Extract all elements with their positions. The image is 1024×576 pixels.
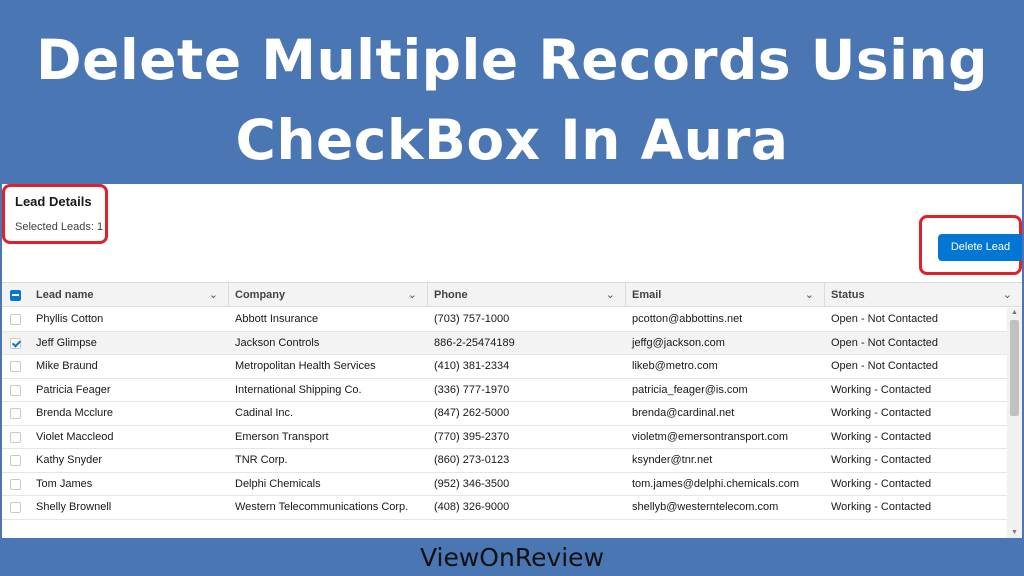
table-header: Lead name ⌄ Company ⌄ Phone ⌄ Email ⌄ St… [2,282,1022,307]
phone-cell: (860) 273-0123 [434,454,510,466]
scroll-up-arrow-icon[interactable]: ▲ [1007,308,1022,318]
table-row[interactable]: Brenda Mcclure Cadinal Inc. (847) 262-50… [2,402,1007,426]
delete-lead-button[interactable]: Delete Lead [938,234,1022,261]
table-row[interactable]: Violet Maccleod Emerson Transport (770) … [2,426,1007,449]
lead-details-card: Lead Details Selected Leads: 1 Delete Le… [2,184,1022,538]
table-row[interactable]: Phyllis Cotton Abbott Insurance (703) 75… [2,308,1007,332]
chevron-down-icon[interactable]: ⌄ [805,283,814,307]
lead-name-cell: Jeff Glimpse [36,336,97,349]
company-cell: TNR Corp. [235,454,288,466]
column-label: Lead name [36,289,94,301]
phone-cell: (952) 346-3500 [434,477,510,490]
lead-name-cell: Kathy Snyder [36,454,103,466]
lead-name-cell: Violet Maccleod [36,430,114,443]
selected-leads-count: Selected Leads: 1 [15,221,104,233]
phone-cell: (847) 262-5000 [434,407,510,419]
lead-name-cell: Brenda Mcclure [36,407,114,419]
scroll-down-arrow-icon[interactable]: ▼ [1007,528,1022,538]
company-cell: Jackson Controls [235,336,320,349]
row-checkbox[interactable] [10,478,21,490]
lead-table-body: Phyllis Cotton Abbott Insurance (703) 75… [2,308,1007,520]
company-cell: Cadinal Inc. [235,407,294,419]
phone-cell: (408) 326-9000 [434,501,510,513]
email-cell: ksynder@tnr.net [632,454,713,466]
phone-cell: (703) 757-1000 [434,313,510,325]
status-cell: Working - Contacted [831,454,932,466]
phone-cell: (336) 777-1970 [434,383,510,396]
company-cell: Western Telecommunications Corp. [235,501,409,513]
chevron-down-icon[interactable]: ⌄ [1003,283,1012,307]
row-checkbox[interactable] [10,337,21,349]
status-cell: Working - Contacted [831,501,932,513]
lead-name-cell: Phyllis Cotton [36,313,104,325]
email-cell: shellyb@westerntelecom.com [632,501,779,513]
email-cell: brenda@cardinal.net [632,407,735,419]
company-cell: Delphi Chemicals [235,477,321,490]
chevron-down-icon[interactable]: ⌄ [606,283,615,307]
chevron-down-icon[interactable]: ⌄ [408,283,417,307]
table-row[interactable]: Kathy Snyder TNR Corp. (860) 273-0123 ks… [2,449,1007,473]
header-highlight-box [2,184,108,244]
column-header-phone[interactable]: Phone ⌄ [428,283,626,307]
phone-cell: (410) 381-2334 [434,360,510,372]
row-checkbox[interactable] [10,502,21,513]
row-checkbox[interactable] [10,361,21,372]
row-checkbox[interactable] [10,384,21,396]
column-label: Status [831,289,865,301]
column-label: Email [632,289,662,301]
select-all-checkbox[interactable] [10,290,21,301]
table-row[interactable]: Jeff Glimpse Jackson Controls 886-2-2547… [2,331,1007,355]
column-header-email[interactable]: Email ⌄ [626,283,825,307]
row-checkbox[interactable] [10,455,21,466]
status-cell: Open - Not Contacted [831,336,939,349]
column-label: Company [235,289,286,301]
row-checkbox[interactable] [10,431,21,443]
row-checkbox[interactable] [10,314,21,325]
email-cell: pcotton@abbottins.net [632,313,743,325]
company-cell: Abbott Insurance [235,313,319,325]
status-cell: Working - Contacted [831,407,932,419]
card-title: Lead Details [15,194,92,209]
phone-cell: 886-2-25474189 [434,336,515,349]
scroll-thumb[interactable] [1010,320,1019,416]
column-label: Phone [434,289,468,301]
table-row[interactable]: Shelly Brownell Western Telecommunicatio… [2,496,1007,520]
table-scrollbar[interactable]: ▲ ▼ [1007,308,1022,538]
phone-cell: (770) 395-2370 [434,430,510,443]
table-row[interactable]: Tom James Delphi Chemicals (952) 346-350… [2,473,1007,496]
lead-name-cell: Mike Braund [36,360,98,372]
table-row[interactable]: Patricia Feager International Shipping C… [2,379,1007,402]
table-row[interactable]: Mike Braund Metropolitan Health Services… [2,355,1007,379]
banner-title-line2: CheckBox In Aura [235,108,789,172]
email-cell: patricia_feager@is.com [632,383,748,396]
lead-name-cell: Tom James [36,477,93,490]
email-cell: likeb@metro.com [632,360,718,372]
column-header-company[interactable]: Company ⌄ [229,283,428,307]
company-cell: Metropolitan Health Services [235,360,376,372]
status-cell: Open - Not Contacted [831,313,939,325]
email-cell: jeffg@jackson.com [632,336,725,349]
company-cell: International Shipping Co. [235,383,362,396]
email-cell: violetm@emersontransport.com [632,430,789,443]
banner-title-line1: Delete Multiple Records Using [35,28,989,92]
chevron-down-icon[interactable]: ⌄ [209,283,218,307]
status-cell: Open - Not Contacted [831,360,939,372]
column-header-status[interactable]: Status ⌄ [825,283,1022,307]
lead-name-cell: Shelly Brownell [36,501,112,513]
status-cell: Working - Contacted [831,383,932,396]
column-header-lead-name[interactable]: Lead name ⌄ [30,283,229,307]
company-cell: Emerson Transport [235,430,329,443]
status-cell: Working - Contacted [831,477,932,490]
row-checkbox[interactable] [10,408,21,419]
status-cell: Working - Contacted [831,430,932,443]
email-cell: tom.james@delphi.chemicals.com [632,477,800,490]
banner-title: Delete Multiple Records Using CheckBox I… [0,20,1024,180]
footer-brand: ViewOnReview [419,543,605,572]
lead-name-cell: Patricia Feager [36,383,111,396]
